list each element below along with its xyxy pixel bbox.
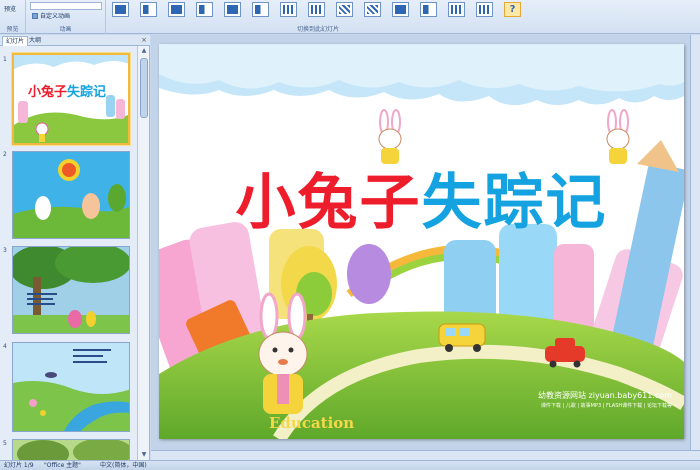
stage-vertical-scrollbar[interactable] [690,35,700,450]
preview-button[interactable]: 预览 [2,5,18,15]
close-icon[interactable]: × [141,36,147,45]
transition-thumb-7[interactable] [280,2,297,17]
transition-thumb-4[interactable] [196,2,213,17]
slide-thumbnail-5-image [13,440,129,460]
custom-animation-icon [32,13,38,19]
slide-thumbnails-panel[interactable]: 1 小兔子失踪记 2 3 4 5 ▲ ▼ [0,46,150,460]
slide-thumbnail-1[interactable]: 小兔子失踪记 [12,53,130,145]
slide-number-5: 5 [3,440,7,447]
status-language[interactable]: 中文(简体，中国) [100,461,147,470]
slide-thumbnail-4[interactable] [12,342,130,432]
slide-number-1: 1 [3,56,7,63]
transition-thumb-11[interactable] [392,2,409,17]
scroll-down-icon[interactable]: ▼ [138,450,149,460]
thumbnail-1-title: 小兔子失踪记 [28,85,107,100]
preview-group: 预览 预览 [0,0,26,34]
tab-slides[interactable]: 幻灯片 [2,36,29,46]
slide-number-3: 3 [3,247,7,254]
slide-thumbnail-1-image [14,55,128,143]
status-slide-info: 幻灯片 1/9 [4,462,34,469]
preview-group-label: 预览 [6,26,19,33]
status-bar: 幻灯片 1/9 "Office 主题" 中文(简体，中国) [0,460,700,470]
title-red-part: 小兔子 [235,168,422,238]
animation-group: 自定义动画 动画 [26,0,106,34]
panel-tabs: 幻灯片 大纲 × [0,35,150,46]
preview-label: 预览 [4,6,17,13]
watermark-links: 课件下载 | 儿歌 | 故事MP3 | FLASH课件下载 | 论坛下载等 [540,403,672,409]
slide-title[interactable]: 小兔子失踪记 [159,167,684,239]
transition-group: ? 切换到此幻灯片 [106,0,530,34]
scroll-up-icon[interactable]: ▲ [138,46,149,56]
slide-thumbnail-5[interactable] [12,439,130,460]
transition-thumb-13[interactable] [448,2,465,17]
slide-number-2: 2 [3,151,7,158]
current-slide[interactable]: 小兔子失踪记 Education 幼教资源网站 ziyuan.baby611.c… [159,44,684,439]
title-blue-part: 失踪记 [421,168,608,238]
slide-thumbnail-2-image [13,152,129,238]
ribbon: 预览 预览 自定义动画 动画 ? 切换到此幻灯片 [0,0,700,34]
stage-horizontal-scrollbar[interactable] [151,450,700,460]
transition-thumb-8[interactable] [308,2,325,17]
transition-thumb-6[interactable] [252,2,269,17]
transition-group-label: 切换到此幻灯片 [296,26,339,33]
slide-thumbnail-3[interactable] [12,246,130,334]
slide-thumbnail-3-image [13,247,129,333]
slide-editing-area: 小兔子失踪记 Education 幼教资源网站 ziyuan.baby611.c… [151,35,700,460]
transition-thumb-1[interactable] [112,2,129,17]
transition-thumb-3[interactable] [168,2,185,17]
transition-thumb-10[interactable] [364,2,381,17]
slide-thumbnail-4-image [13,343,129,431]
help-icon: ? [509,4,516,15]
transition-random-button[interactable]: ? [504,2,521,17]
transition-thumb-14[interactable] [476,2,493,17]
custom-animation-button[interactable]: 自定义动画 [30,12,72,22]
slide-number-4: 4 [3,343,7,350]
transition-thumb-5[interactable] [224,2,241,17]
animation-group-label: 动画 [59,26,72,33]
watermark-site: 幼教资源网站 ziyuan.baby611.com [538,391,672,400]
watermark: 幼教资源网站 ziyuan.baby611.com 课件下载 | 儿歌 | 故事… [538,390,672,409]
custom-animation-label: 自定义动画 [40,13,71,20]
thumbnail-scrollbar[interactable]: ▲ ▼ [137,46,149,460]
transition-thumb-9[interactable] [336,2,353,17]
slide-background-art [159,44,684,439]
transition-thumb-12[interactable] [420,2,437,17]
tab-outline[interactable]: 大纲 [26,36,44,46]
scrollbar-thumb[interactable] [140,58,148,118]
status-theme[interactable]: "Office 主题" [44,461,81,470]
slide-thumbnail-2[interactable] [12,151,130,239]
animation-combo[interactable] [30,2,102,10]
ground-word-art: Education [269,414,355,432]
transition-thumb-2[interactable] [140,2,157,17]
